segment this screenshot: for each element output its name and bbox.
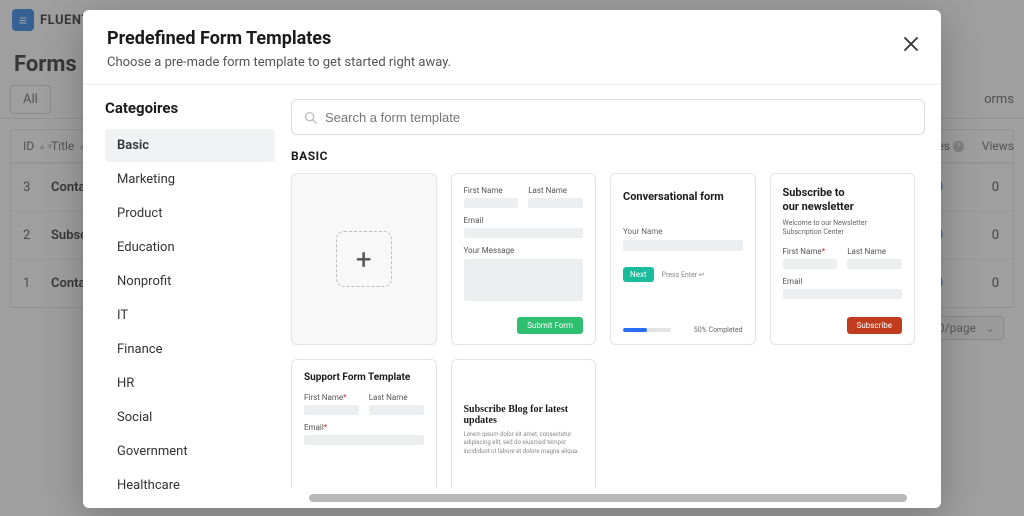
field-input-preview [783, 289, 903, 299]
field-label: Your Message [464, 246, 584, 255]
field-label: First Name* [304, 393, 359, 402]
template-card-contact[interactable]: First Name Last Name Email Your Message [451, 173, 597, 345]
section-label: BASIC [291, 149, 925, 163]
field-label: Email [783, 277, 903, 286]
sidebar-title: Categoires [105, 99, 275, 117]
category-item[interactable]: Education [105, 231, 275, 264]
template-card-conversational[interactable]: Conversational form Your Name Next Press… [610, 173, 756, 345]
field-label: Last Name [847, 247, 902, 256]
modal-title: Predefined Form Templates [107, 28, 917, 49]
category-item[interactable]: IT [105, 299, 275, 332]
progress-bar [623, 328, 671, 332]
template-card-blog[interactable]: Subscribe Blog for latest updates Lorem … [451, 359, 597, 488]
field-label: Email [464, 216, 584, 225]
sidebar: Categoires BasicMarketingProductEducatio… [105, 99, 275, 502]
content-panel: BASIC + First Name [275, 99, 925, 502]
field-input-preview [304, 405, 359, 415]
field-input-preview [847, 259, 902, 269]
field-label: Last Name [369, 393, 424, 402]
field-label: First Name [464, 186, 519, 195]
card-title: Support Form Template [304, 372, 424, 383]
category-item[interactable]: HR [105, 367, 275, 400]
field-input-preview [783, 259, 838, 269]
field-label: Email* [304, 423, 424, 432]
category-item[interactable]: Basic [105, 129, 275, 162]
field-input-preview [304, 435, 424, 445]
field-input-preview [464, 228, 584, 238]
modal-body: Categoires BasicMarketingProductEducatio… [83, 85, 941, 508]
next-button-preview: Next [623, 267, 654, 282]
submit-button-preview: Submit Form [517, 317, 583, 334]
search-input[interactable] [325, 110, 912, 125]
field-label: Last Name [528, 186, 583, 195]
card-title: Subscribe Blog for latest updates [464, 404, 584, 426]
category-item[interactable]: Finance [105, 333, 275, 366]
templates-modal: Predefined Form Templates Choose a pre-m… [83, 10, 941, 508]
close-button[interactable] [899, 32, 923, 56]
horizontal-scrollbar[interactable] [309, 494, 907, 502]
category-item[interactable]: Government [105, 435, 275, 468]
search-icon [304, 111, 317, 124]
field-input-preview [464, 198, 519, 208]
category-item[interactable]: Marketing [105, 163, 275, 196]
field-input-preview [623, 240, 743, 251]
template-card-blank[interactable]: + [291, 173, 437, 345]
card-lorem: Lorem ipsum dolor sit amet, consectetur … [464, 431, 584, 456]
search-wrap[interactable] [291, 99, 925, 135]
field-label: Your Name [623, 227, 743, 236]
close-icon [904, 37, 918, 51]
cards-grid: + First Name Last Name [291, 173, 915, 488]
card-title: Conversational form [623, 190, 743, 203]
category-list: BasicMarketingProductEducationNonprofitI… [105, 129, 275, 502]
modal-subtitle: Choose a pre-made form template to get s… [107, 55, 917, 70]
press-enter-hint: Press Enter ↵ [662, 271, 705, 279]
subscribe-button-preview: Subscribe [847, 317, 902, 334]
card-subtitle: Welcome to our Newsletter Subscription C… [783, 219, 903, 237]
template-card-newsletter[interactable]: Subscribe to our newsletter Welcome to o… [770, 173, 916, 345]
category-item[interactable]: Healthcare [105, 469, 275, 502]
category-item[interactable]: Product [105, 197, 275, 230]
field-input-preview [369, 405, 424, 415]
card-title: Subscribe to our newsletter [783, 186, 903, 215]
field-label: First Name* [783, 247, 838, 256]
cards-scroll[interactable]: + First Name Last Name [291, 173, 925, 488]
field-input-preview [528, 198, 583, 208]
plus-icon: + [336, 231, 392, 287]
progress-text: 50% Completed [694, 326, 743, 334]
category-item[interactable]: Nonprofit [105, 265, 275, 298]
template-card-support[interactable]: Support Form Template First Name* Last N… [291, 359, 437, 488]
textarea-preview [464, 259, 584, 301]
category-item[interactable]: Social [105, 401, 275, 434]
modal-header: Predefined Form Templates Choose a pre-m… [83, 10, 941, 85]
